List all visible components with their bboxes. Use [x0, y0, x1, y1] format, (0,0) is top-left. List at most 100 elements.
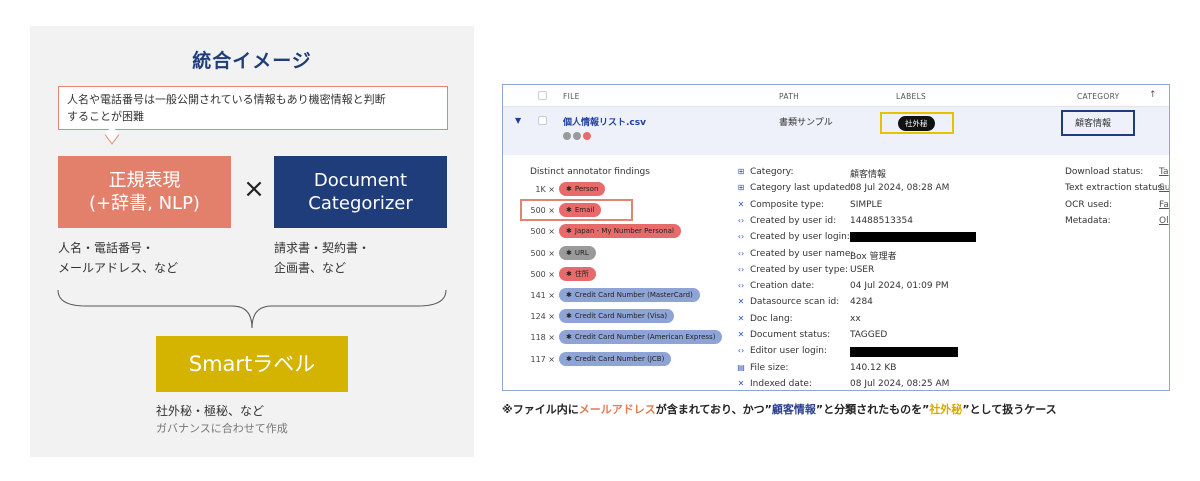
status-value-link[interactable]: Su	[1159, 183, 1169, 193]
redacted-login	[850, 232, 976, 242]
metadata-value: 08 Jul 2024, 08:28 AM	[850, 183, 950, 194]
row-checkbox[interactable]	[538, 116, 547, 125]
regex-example-1: 人名・電話番号・	[58, 241, 155, 255]
cross-icon: ✕	[737, 313, 745, 323]
metadata-key: Indexed date:	[750, 378, 812, 389]
label-examples: 社外秘・極秘、など	[156, 404, 265, 418]
metadata-value: 4284	[850, 297, 873, 308]
email-highlight-box	[520, 199, 633, 221]
metadata-value: xx	[850, 313, 861, 324]
metadata-value: Box 管理者	[850, 251, 897, 262]
finding-badge[interactable]: ✱ URL	[559, 245, 596, 260]
metadata-key: Editor user login:	[750, 346, 827, 357]
status-dot-gray	[563, 132, 571, 140]
status-dots	[563, 132, 593, 143]
tag-icon: ⊞	[737, 183, 745, 193]
finding-badge[interactable]: ✱ Person	[559, 182, 606, 196]
caption-part: ”と分類されたものを”	[815, 403, 930, 416]
caption-part: ”として扱うケース	[962, 403, 1057, 416]
caption-part: ※ファイル内に	[502, 403, 579, 416]
file-inventory-table: FILE PATH LABELS CATEGORY ↑ ▼ 個人情報リスト.cs…	[502, 84, 1170, 391]
status-key: Text extraction status:	[1065, 183, 1166, 194]
label-badge[interactable]: 社外秘	[898, 116, 935, 131]
asterisk-icon: ✱	[566, 227, 572, 236]
integration-diagram: 統合イメージ 人名や電話番号は一般公開されている情報もあり機密情報と判断 するこ…	[30, 26, 474, 457]
finding-count: 500 ×	[530, 248, 555, 258]
finding-label: Credit Card Number (JCB)	[574, 354, 665, 363]
metadata-key: Created by user type:	[750, 264, 849, 275]
finding-label: Credit Card Number (Visa)	[574, 312, 668, 321]
finding-count: 500 ×	[530, 269, 555, 279]
metadata-key: Created by user login:	[750, 232, 850, 243]
label-note: ガバナンスに合わせて作成	[156, 422, 288, 435]
finding-badge[interactable]: ✱ Credit Card Number (JCB)	[559, 351, 672, 366]
doc-examples: 請求書・契約書・ 企画書、など	[274, 238, 370, 278]
finding-badge[interactable]: ✱ 住所	[559, 266, 596, 281]
col-path[interactable]: PATH	[779, 92, 799, 101]
asterisk-icon: ✱	[566, 248, 572, 257]
metadata-key: File size:	[750, 362, 789, 373]
metadata-key: Datasource scan id:	[750, 297, 840, 308]
caption-label: 社外秘	[929, 403, 963, 416]
status-key: Download status:	[1065, 167, 1144, 177]
sort-arrow-icon[interactable]: ↑	[1149, 90, 1157, 100]
status-key: Metadata:	[1065, 215, 1111, 226]
finding-badge[interactable]: ✱ Credit Card Number (American Express)	[559, 330, 723, 345]
findings-title: Distinct annotator findings	[530, 167, 650, 177]
regex-subtitle: (+辞書, NLP)	[89, 193, 200, 214]
col-labels[interactable]: LABELS	[896, 92, 926, 101]
metadata-key: Creation date:	[750, 281, 815, 292]
metadata-key: Created by user id:	[750, 215, 837, 226]
status-value-link[interactable]: Fa	[1159, 200, 1169, 210]
metadata-key: Document status:	[750, 330, 831, 340]
finding-label: Credit Card Number (American Express)	[574, 333, 716, 342]
status-value-link[interactable]: Ol	[1159, 216, 1169, 226]
asterisk-icon: ✱	[566, 354, 572, 363]
select-all-checkbox[interactable]	[538, 91, 547, 100]
status-key: OCR used:	[1065, 199, 1113, 210]
finding-count: 117 ×	[530, 354, 555, 364]
file-icon: ▤	[737, 362, 745, 372]
asterisk-icon: ✱	[566, 291, 572, 299]
finding-label: Person	[574, 185, 599, 193]
finding-badge[interactable]: ✱ Japan - My Number Personal	[559, 224, 681, 239]
metadata-key: Category:	[750, 167, 794, 177]
metadata-value: 08 Jul 2024, 08:25 AM	[850, 378, 950, 389]
metadata-key: Doc lang:	[750, 313, 793, 324]
col-category[interactable]: CATEGORY	[1077, 92, 1120, 101]
tag-icon: ⊞	[737, 167, 745, 176]
code-icon: ‹›	[737, 248, 745, 258]
finding-count: 124 ×	[530, 312, 555, 322]
caption-category: 顧客情報	[771, 403, 816, 416]
finding-count: 118 ×	[530, 333, 555, 343]
metadata-key: Created by user name:	[750, 248, 854, 259]
col-file[interactable]: FILE	[563, 92, 580, 101]
metadata-value: USER	[850, 264, 875, 275]
metadata-value: 顧客情報	[850, 170, 887, 180]
finding-label: Credit Card Number (MasterCard)	[574, 291, 693, 299]
expand-caret-icon[interactable]: ▼	[515, 116, 521, 125]
file-name-link[interactable]: 個人情報リスト.csv	[563, 115, 646, 128]
finding-badge[interactable]: ✱ Credit Card Number (Visa)	[559, 309, 675, 324]
finding-label: 住所	[574, 269, 589, 278]
code-icon: ‹›	[737, 264, 745, 274]
cross-icon: ✕	[737, 378, 745, 388]
status-value-link[interactable]: Ta	[1159, 167, 1169, 177]
path-cell: 書類サンプル	[779, 118, 833, 128]
asterisk-icon: ✱	[566, 312, 572, 321]
code-icon: ‹›	[737, 346, 745, 356]
code-icon: ‹›	[737, 232, 745, 242]
multiply-sign: ×	[243, 174, 265, 204]
asterisk-icon: ✱	[566, 269, 572, 278]
document-categorizer-box: Document Categorizer	[274, 156, 447, 228]
caption-part: が含まれており、かつ”	[655, 403, 772, 416]
caption-email: メールアドレス	[578, 403, 656, 416]
regex-box: 正規表現 (+辞書, NLP)	[58, 156, 231, 228]
callout-line-1: 人名や電話番号は一般公開されている情報もあり機密情報と判断	[67, 93, 386, 106]
finding-count: 141 ×	[530, 291, 555, 300]
finding-badge[interactable]: ✱ Credit Card Number (MasterCard)	[559, 288, 700, 302]
asterisk-icon: ✱	[566, 185, 572, 193]
callout-line-2: することが困難	[67, 110, 144, 123]
metadata-key: Category last updated:	[750, 183, 854, 194]
category-cell: 顧客情報	[1075, 119, 1112, 129]
